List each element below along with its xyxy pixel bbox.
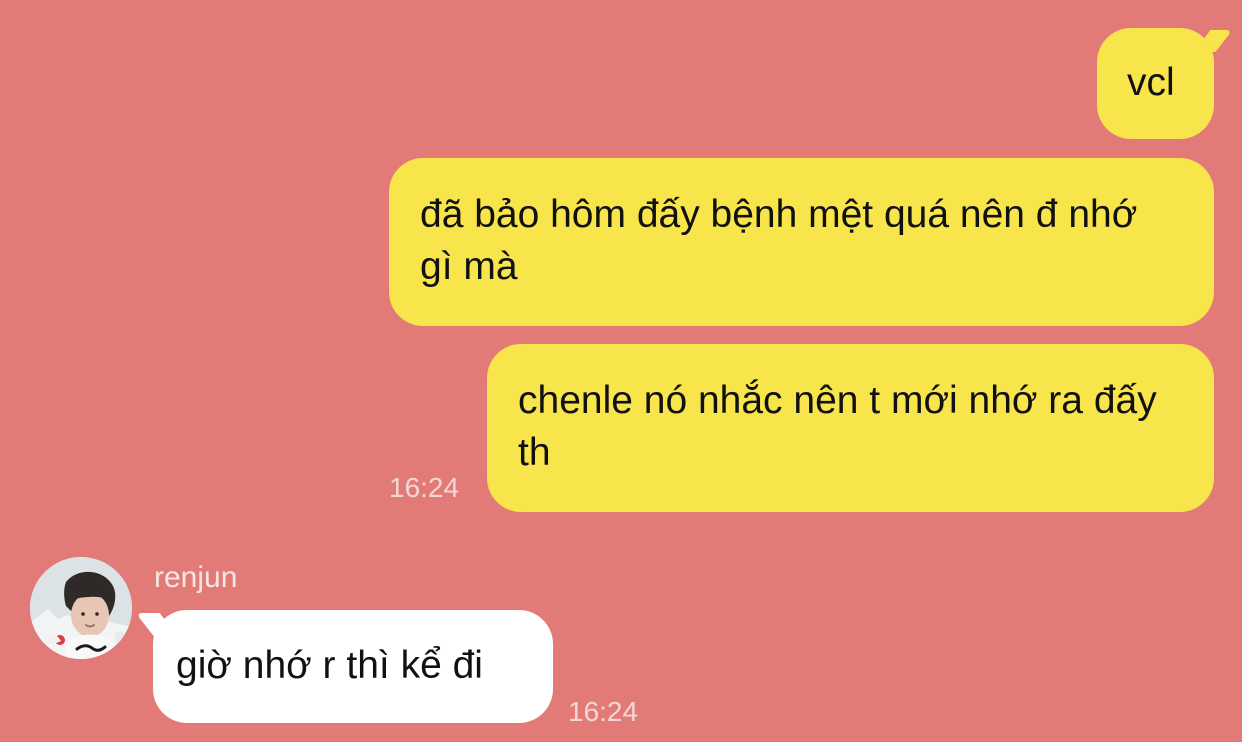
outgoing-message-bubble[interactable]: chenle nó nhắc nên t mới nhớ ra đấy th bbox=[487, 344, 1214, 512]
message-text: chenle nó nhắc nên t mới nhớ ra đấy th bbox=[518, 379, 1157, 474]
message-text: vcl bbox=[1127, 61, 1175, 104]
outgoing-message-bubble[interactable]: đã bảo hôm đấy bệnh mệt quá nên đ nhớ gì… bbox=[389, 158, 1214, 326]
message-timestamp: 16:24 bbox=[389, 472, 460, 503]
incoming-message-bubble[interactable]: giờ nhớ r thì kể đi bbox=[153, 610, 553, 723]
sender-name: renjun bbox=[154, 561, 238, 594]
avatar-photo-icon bbox=[30, 557, 132, 659]
message-text: giờ nhớ r thì kể đi bbox=[176, 644, 483, 687]
avatar[interactable] bbox=[30, 557, 132, 659]
message-timestamp: 16:24 bbox=[568, 696, 639, 727]
outgoing-message-bubble[interactable]: vcl bbox=[1097, 28, 1214, 139]
chat-thread: vcl đã bảo hôm đấy bệnh mệt quá nên đ nh… bbox=[0, 0, 1242, 742]
message-text: đã bảo hôm đấy bệnh mệt quá nên đ nhớ gì… bbox=[420, 193, 1138, 288]
